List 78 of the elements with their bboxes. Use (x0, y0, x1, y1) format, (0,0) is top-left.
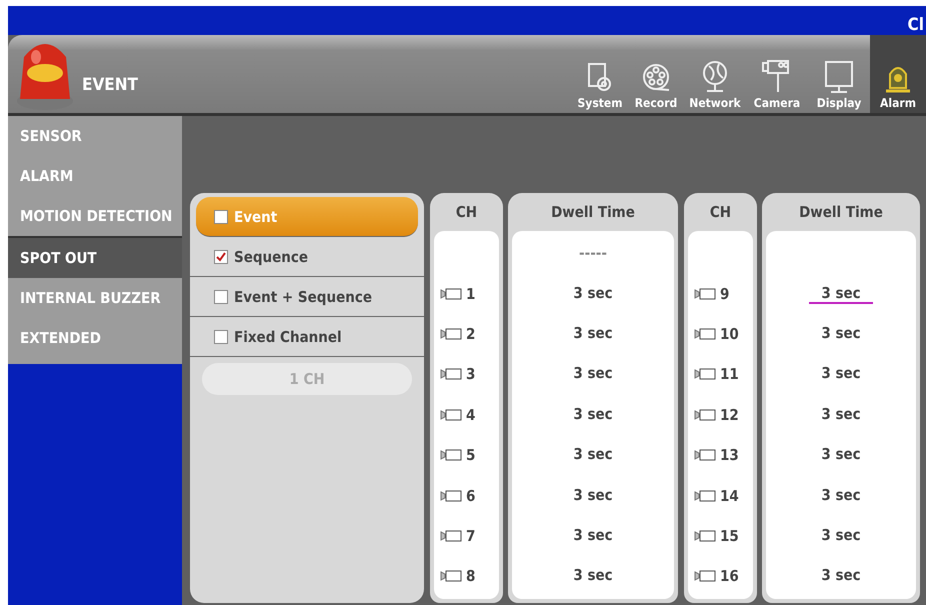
camera-icon (694, 530, 716, 542)
channel-cell: 4 (434, 394, 499, 435)
dwell-time-value[interactable]: 3 sec (573, 445, 613, 466)
mode-label: Event (234, 208, 278, 226)
film-reel-icon (641, 62, 671, 94)
channel-cell: 11 (688, 354, 753, 395)
channel-cell: 5 (434, 434, 499, 476)
camera-icon (440, 328, 462, 340)
toolbar-tab[interactable]: Alarm (870, 35, 926, 113)
dwell-time-value[interactable]: 3 sec (573, 404, 613, 425)
camera-icon (694, 288, 716, 300)
mode-label: Sequence (234, 248, 308, 266)
camera-icon (440, 570, 462, 582)
dwell-time-value[interactable]: 3 sec (821, 404, 861, 425)
channel-cell: 13 (688, 434, 753, 476)
channel-cell: 14 (688, 475, 753, 516)
camera-icon (440, 368, 462, 380)
checkbox[interactable] (214, 330, 228, 344)
dwell-time-value[interactable]: 3 sec (573, 284, 613, 304)
globe-icon (701, 60, 729, 94)
channel-cell: 15 (688, 516, 753, 556)
channel-cell: 9 (688, 273, 753, 314)
dwell-time-value[interactable]: 3 sec (573, 486, 613, 506)
dwell-time-value[interactable]: 3 sec (821, 364, 861, 384)
camera-icon (762, 58, 792, 94)
mode-label: Event + Sequence (234, 288, 372, 306)
dwell-time-value[interactable]: 3 sec (821, 445, 861, 466)
dwell-time-value[interactable]: 3 sec (573, 526, 613, 546)
camera-icon (694, 328, 716, 340)
camera-icon (440, 408, 462, 421)
channel-cell: 16 (688, 556, 753, 597)
gear-document-icon (586, 62, 614, 94)
camera-icon (694, 408, 716, 421)
checkbox[interactable] (214, 250, 228, 264)
channel-cell: 1 (434, 273, 499, 314)
channel-cell: 6 (434, 475, 499, 516)
mode-label: Fixed Channel (234, 328, 342, 346)
monitor-icon (824, 60, 854, 94)
camera-icon (440, 530, 462, 542)
dwell-time-value[interactable]: 3 sec (821, 486, 861, 506)
column-header: CH (454, 202, 478, 223)
toolbar-tab[interactable]: Display (808, 35, 870, 113)
header-title: EVENT (82, 75, 138, 95)
column-header: CH (708, 202, 732, 223)
channel-cell: 2 (434, 314, 499, 354)
mode-option[interactable]: Fixed Channel (190, 317, 424, 357)
dwell-input-field[interactable]: ----- (512, 233, 674, 274)
camera-icon (694, 368, 716, 380)
channel-cell: 7 (434, 516, 499, 556)
column-header: Dwell Time (550, 202, 636, 223)
toolbar-tab[interactable]: Network (684, 35, 746, 113)
toolbar-tab[interactable]: Camera (746, 35, 808, 113)
camera-icon (440, 449, 462, 462)
camera-icon (440, 288, 462, 300)
checkbox[interactable] (214, 210, 228, 224)
dwell-time-value[interactable]: 3 sec (573, 566, 613, 586)
toolbar-tab[interactable]: System (572, 35, 628, 113)
channel-cell: 10 (688, 314, 753, 354)
dwell-time-value[interactable]: 3 sec (573, 324, 613, 344)
dwell-time-value[interactable]: 3 sec (821, 566, 861, 586)
camera-icon (694, 490, 716, 502)
dwell-time-value[interactable]: 3 sec (821, 324, 861, 344)
channel-cell: 8 (434, 556, 499, 597)
dwell-time-value[interactable]: 3 sec (573, 364, 613, 384)
camera-icon (440, 490, 462, 502)
sidebar-item[interactable]: SPOT OUT (8, 236, 182, 278)
mode-option[interactable]: Event + Sequence (190, 277, 424, 317)
column-header: Dwell Time (798, 202, 884, 223)
toolbar-tab[interactable]: Record (628, 35, 684, 113)
dwell-time-value[interactable]: 3 sec (821, 526, 861, 546)
mode-option[interactable]: Sequence (190, 237, 424, 277)
checkbox[interactable] (214, 290, 228, 304)
channel-cell: 12 (688, 394, 753, 435)
camera-icon (694, 449, 716, 462)
camera-icon (694, 570, 716, 582)
channel-cell: 3 (434, 354, 499, 395)
top-bar-title: Cl (908, 15, 925, 35)
dwell-time-value[interactable]: 3 sec (809, 284, 873, 304)
